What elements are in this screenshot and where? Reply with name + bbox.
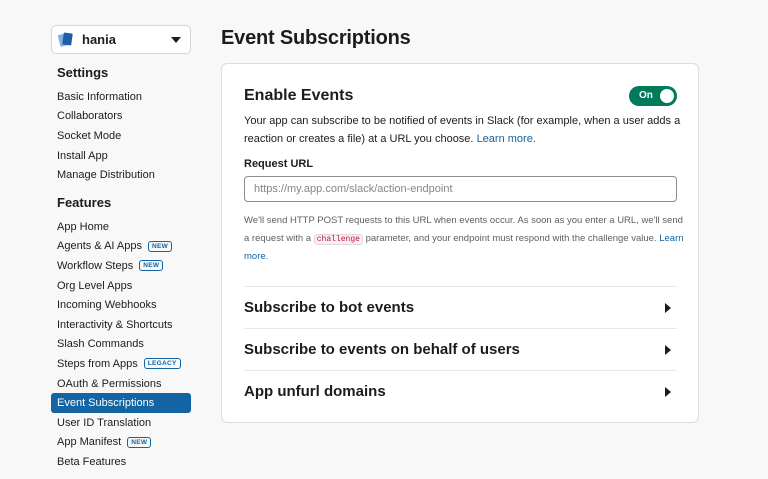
sidebar-item-beta-features[interactable]: Beta Features [51,452,191,472]
features-heading: Features [57,195,112,210]
enable-events-toggle[interactable]: On [629,86,677,106]
sidebar-item-user-id-translation[interactable]: User ID Translation [51,413,191,433]
section-label: Subscribe to bot events [244,299,415,316]
sidebar-item-manage-distribution[interactable]: Manage Distribution [51,165,191,185]
enable-events-description: Your app can subscribe to be notified of… [244,112,684,148]
toggle-label: On [639,90,653,101]
sidebar-item-label: Collaborators [57,110,123,123]
sidebar: hania Settings Basic Information Collabo… [0,0,210,479]
help-text: parameter, and your endpoint must respon… [365,232,657,244]
app-unfurl-domains-section[interactable]: App unfurl domains [244,370,677,412]
sidebar-item-label: Manage Distribution [57,169,155,182]
new-badge: NEW [127,436,152,448]
subscribe-bot-events-section[interactable]: Subscribe to bot events [244,286,677,328]
app-name: hania [82,32,116,47]
sidebar-item-basic-information[interactable]: Basic Information [51,87,191,107]
app-selector[interactable]: hania [51,25,191,54]
sidebar-item-agents-ai-apps[interactable]: Agents & AI Apps NEW [51,237,191,257]
sidebar-item-oauth-permissions[interactable]: OAuth & Permissions [51,374,191,394]
request-url-help: We'll send HTTP POST requests to this UR… [244,212,684,266]
settings-heading: Settings [57,65,109,80]
sidebar-item-label: Socket Mode [57,129,122,142]
page-title: Event Subscriptions [221,27,411,49]
chevron-right-icon [665,344,671,355]
app-icon [57,31,73,48]
request-url-input[interactable] [244,176,677,202]
sidebar-item-label: Install App [57,149,108,162]
features-nav: App Home Agents & AI Apps NEW Workflow St… [51,217,191,472]
sidebar-item-label: App Manifest [57,436,122,449]
request-url-label: Request URL [244,158,314,170]
sidebar-item-label: Agents & AI Apps [57,240,143,253]
sidebar-item-app-home[interactable]: App Home [51,217,191,237]
sidebar-item-label: Event Subscriptions [57,397,155,410]
subscribe-user-events-section[interactable]: Subscribe to events on behalf of users [244,328,677,370]
sidebar-item-org-level-apps[interactable]: Org Level Apps [51,276,191,296]
chevron-down-icon [171,36,181,43]
sidebar-item-label: Basic Information [57,90,142,103]
sidebar-item-label: Steps from Apps [57,357,138,370]
section-label: Subscribe to events on behalf of users [244,341,520,358]
sidebar-item-label: Slash Commands [57,338,144,351]
sidebar-item-app-manifest[interactable]: App Manifest NEW [51,433,191,453]
enable-events-title: Enable Events [244,87,354,104]
toggle-knob [660,89,674,103]
sidebar-item-collaborators[interactable]: Collaborators [51,107,191,127]
sidebar-item-label: OAuth & Permissions [57,377,162,390]
new-badge: NEW [148,240,173,252]
sidebar-item-slash-commands[interactable]: Slash Commands [51,335,191,355]
settings-nav: Basic Information Collaborators Socket M… [51,87,191,185]
sidebar-item-install-app[interactable]: Install App [51,146,191,166]
event-subscriptions-card: Enable Events On Your app can subscribe … [221,63,699,423]
sidebar-item-label: Beta Features [57,455,127,468]
legacy-badge: LEGACY [143,358,181,370]
sidebar-item-label: Org Level Apps [57,279,133,292]
challenge-code: challenge [313,233,363,245]
sidebar-item-label: App Home [57,220,109,233]
new-badge: NEW [139,260,164,272]
learn-more-link[interactable]: Learn more. [477,133,536,145]
sidebar-item-event-subscriptions[interactable]: Event Subscriptions [51,393,191,413]
chevron-right-icon [665,302,671,313]
sidebar-item-incoming-webhooks[interactable]: Incoming Webhooks [51,295,191,315]
sidebar-item-label: User ID Translation [57,416,152,429]
chevron-right-icon [665,386,671,397]
sidebar-item-interactivity-shortcuts[interactable]: Interactivity & Shortcuts [51,315,191,335]
sidebar-item-label: Interactivity & Shortcuts [57,318,173,331]
sidebar-item-workflow-steps[interactable]: Workflow Steps NEW [51,256,191,276]
sidebar-item-socket-mode[interactable]: Socket Mode [51,126,191,146]
section-label: App unfurl domains [244,383,386,400]
description-text: Your app can subscribe to be notified of… [244,115,681,145]
sidebar-item-steps-from-apps[interactable]: Steps from Apps LEGACY [51,354,191,374]
sidebar-item-label: Incoming Webhooks [57,299,157,312]
sidebar-item-label: Workflow Steps [57,259,134,272]
